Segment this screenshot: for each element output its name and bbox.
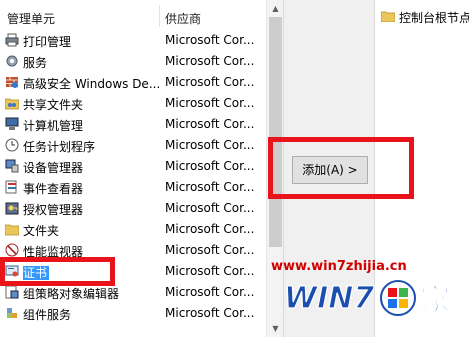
snapin-name: 文件夹 — [23, 222, 159, 239]
watermark-url: www.win7zhijia.cn — [271, 259, 407, 274]
snapin-vendor: Microsoft Cor... — [165, 201, 255, 215]
printer-icon — [5, 33, 19, 47]
column-header-name[interactable]: 管理单元 — [7, 10, 55, 27]
shared-folder-icon — [5, 98, 19, 110]
list-item[interactable]: 共享文件夹 Microsoft Cor... — [0, 93, 266, 114]
clock-icon — [5, 138, 19, 152]
gear-icon — [6, 55, 18, 67]
column-separator[interactable] — [159, 5, 160, 27]
group-policy-icon — [5, 285, 19, 299]
column-header-vendor[interactable]: 供应商 — [165, 10, 201, 27]
folder-icon — [5, 224, 19, 236]
snapin-name: 服务 — [23, 54, 159, 71]
snapin-vendor: Microsoft Cor... — [165, 264, 255, 278]
snapin-name-text: 事件查看器 — [23, 182, 84, 196]
list-item[interactable]: 组件服务 Microsoft Cor... — [0, 303, 266, 324]
snapin-name: 组件服务 — [23, 306, 159, 323]
snapin-vendor: Microsoft Cor... — [165, 285, 255, 299]
list-header: 管理单元 供应商 — [0, 0, 266, 30]
list-item[interactable]: 计算机管理 Microsoft Cor... — [0, 114, 266, 135]
snapin-vendor: Microsoft Cor... — [165, 138, 255, 152]
snapin-name-text: 文件夹 — [23, 224, 60, 238]
snapin-name-text: 共享文件夹 — [23, 98, 84, 112]
snapin-list: 管理单元 供应商 打印管理 Microsoft Cor... 服务 Microsoft… — [0, 0, 284, 337]
snapin-name: 任务计划程序 — [23, 138, 159, 155]
list-item[interactable]: 设备管理器 Microsoft Cor... — [0, 156, 266, 177]
computer-management-icon — [5, 117, 19, 130]
svg-text:家: 家 — [420, 283, 450, 318]
snapin-vendor: Microsoft Cor... — [165, 54, 255, 68]
snapin-name: 计算机管理 — [23, 117, 159, 134]
event-viewer-icon — [5, 180, 17, 194]
snapin-name-text: 任务计划程序 — [23, 140, 96, 154]
snapin-name-text: 服务 — [23, 56, 48, 70]
list-item[interactable]: 任务计划程序 Microsoft Cor... — [0, 135, 266, 156]
highlight-box-add-button — [268, 137, 414, 199]
snapin-name-text: 组策略对象编辑器 — [23, 287, 120, 301]
performance-icon — [5, 243, 19, 257]
list-item[interactable]: 打印管理 Microsoft Cor... — [0, 30, 266, 51]
highlight-box-certificate — [0, 257, 115, 286]
snapin-name: 授权管理器 — [23, 201, 159, 218]
snapin-vendor: Microsoft Cor... — [165, 243, 255, 257]
authorization-icon — [5, 202, 19, 215]
folder-icon — [381, 11, 395, 22]
list-item[interactable]: 事件查看器 Microsoft Cor... — [0, 177, 266, 198]
device-manager-icon — [5, 159, 19, 173]
snapin-name-text: 授权管理器 — [23, 203, 84, 217]
list-item[interactable]: 服务 Microsoft Cor... — [0, 51, 266, 72]
snapin-vendor: Microsoft Cor... — [165, 96, 255, 110]
scroll-thumb[interactable] — [269, 17, 282, 247]
svg-text:WIN7: WIN7 — [284, 281, 374, 316]
selected-item-console-root[interactable]: 控制台根节点 — [381, 9, 469, 25]
component-services-icon — [7, 308, 17, 318]
snapin-name-text: 计算机管理 — [23, 119, 84, 133]
snapin-name-text: 高级安全 Windows De... — [23, 77, 159, 91]
snapin-name: 设备管理器 — [23, 159, 159, 176]
snapin-name: 共享文件夹 — [23, 96, 159, 113]
watermark-logo: WIN7 家 — [283, 280, 451, 319]
snapin-vendor: Microsoft Cor... — [165, 75, 255, 89]
snapin-vendor: Microsoft Cor... — [165, 117, 255, 131]
snapin-name: 事件查看器 — [23, 180, 159, 197]
firewall-icon — [6, 77, 18, 88]
scroll-down-arrow-icon[interactable]: ▼ — [267, 320, 284, 337]
snapin-name: 组策略对象编辑器 — [23, 285, 159, 302]
scroll-up-arrow-icon[interactable]: ▲ — [267, 0, 284, 17]
snapin-name-text: 组件服务 — [23, 308, 72, 322]
snapin-vendor: Microsoft Cor... — [165, 306, 255, 320]
list-item[interactable]: 高级安全 Windows De... Microsoft Cor... — [0, 72, 266, 93]
snapin-name-text: 设备管理器 — [23, 161, 84, 175]
selected-item-label: 控制台根节点 — [399, 11, 469, 25]
snapin-vendor: Microsoft Cor... — [165, 180, 255, 194]
snapin-vendor: Microsoft Cor... — [165, 159, 255, 173]
list-item[interactable]: 文件夹 Microsoft Cor... — [0, 219, 266, 240]
list-item[interactable]: 授权管理器 Microsoft Cor... — [0, 198, 266, 219]
snapin-vendor: Microsoft Cor... — [165, 222, 255, 236]
snapin-name: 打印管理 — [23, 33, 159, 50]
snapin-name: 高级安全 Windows De... — [23, 75, 159, 92]
snapin-name-text: 打印管理 — [23, 35, 72, 49]
snapin-vendor: Microsoft Cor... — [165, 33, 255, 47]
